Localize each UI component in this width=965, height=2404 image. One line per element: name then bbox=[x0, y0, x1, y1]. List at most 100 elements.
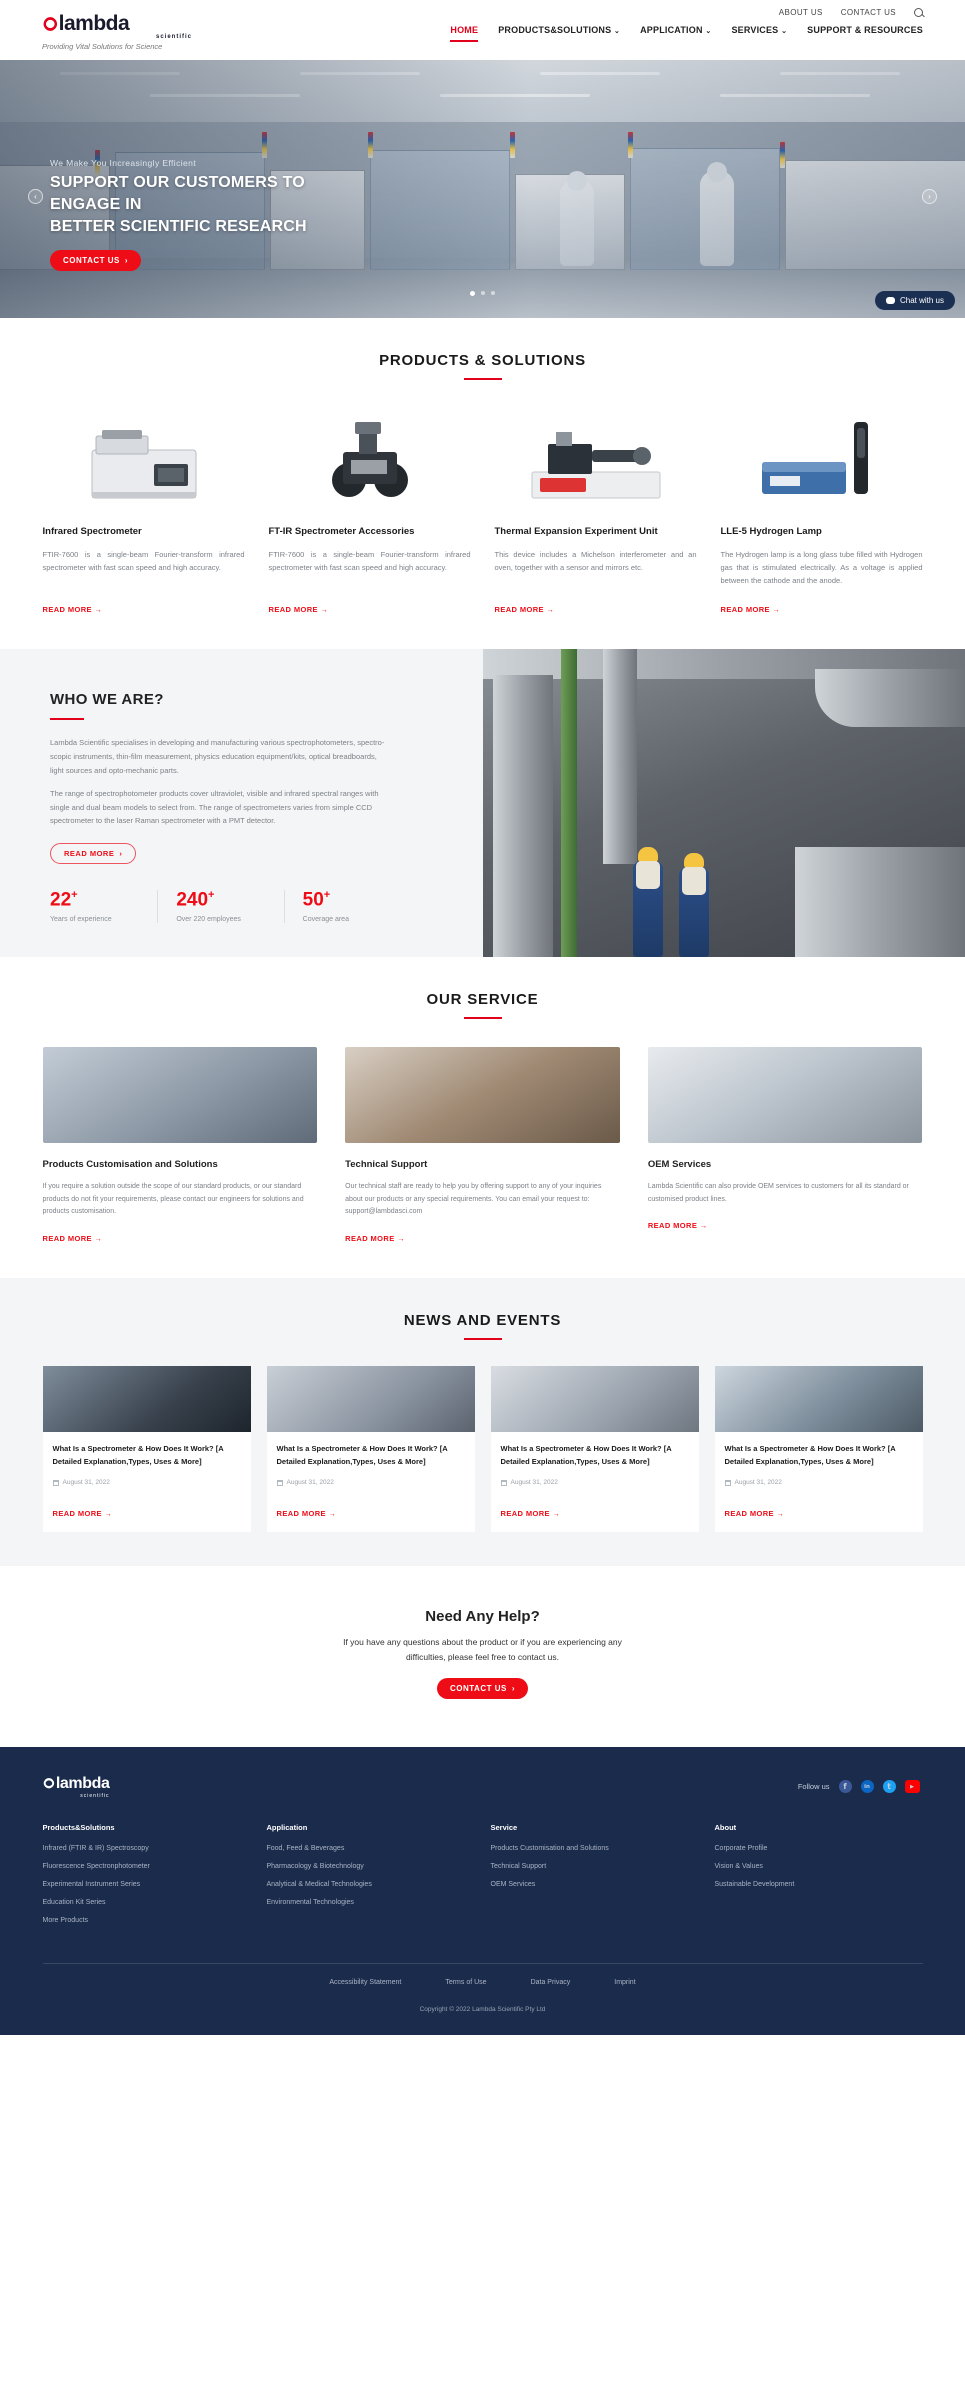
nav-item-home[interactable]: HOME bbox=[450, 25, 479, 42]
nav-item-products-solutions[interactable]: PRODUCTS&SOLUTIONS ⌄ bbox=[498, 25, 620, 42]
footer-link[interactable]: Technical Support bbox=[491, 1863, 699, 1870]
service-card[interactable]: OEM Services Lambda Scientific can also … bbox=[647, 1046, 923, 1245]
hero-dot-1[interactable] bbox=[470, 291, 475, 296]
footer-link[interactable]: Analytical & Medical Technologies bbox=[267, 1881, 475, 1888]
news-read-more-link[interactable]: READ MORE → bbox=[277, 1509, 337, 1518]
service-read-more-link[interactable]: READ MORE → bbox=[345, 1234, 405, 1243]
product-read-more-link[interactable]: READ MORE → bbox=[721, 605, 781, 614]
read-more-label: READ MORE bbox=[276, 1509, 326, 1519]
news-thumbnail bbox=[42, 1366, 251, 1433]
stat-number: 50+ bbox=[303, 890, 410, 910]
news-title: What Is a Spectrometer & How Does It Wor… bbox=[724, 1444, 896, 1466]
arrow-right-icon: → bbox=[397, 1234, 405, 1244]
twitter-icon[interactable]: t bbox=[882, 1780, 896, 1794]
footer-link[interactable]: Infrared (FTIR & IR) Spectroscopy bbox=[43, 1845, 251, 1852]
news-card[interactable]: What Is a Spectrometer & How Does It Wor… bbox=[490, 1366, 699, 1533]
legal-link-terms[interactable]: Terms of Use bbox=[445, 1979, 486, 1986]
hero-title-line-2: BETTER SCIENTIFIC RESEARCH bbox=[50, 218, 307, 236]
help-contact-us-button[interactable]: CONTACT US › bbox=[436, 1677, 529, 1699]
product-read-more-link[interactable]: READ MORE → bbox=[495, 605, 555, 614]
stat-item-coverage: 50+ Coverage area bbox=[283, 890, 410, 923]
footer-link[interactable]: Pharmacology & Biotechnology bbox=[267, 1863, 475, 1870]
footer-link[interactable]: Food, Feed & Beverages bbox=[267, 1845, 475, 1852]
product-card[interactable]: Thermal Expansion Experiment Unit This d… bbox=[495, 408, 697, 615]
product-read-more-link[interactable]: READ MORE → bbox=[43, 605, 103, 614]
hero-contact-us-button[interactable]: CONTACT US › bbox=[50, 250, 142, 272]
service-read-more-link[interactable]: READ MORE → bbox=[43, 1234, 103, 1243]
news-card[interactable]: What Is a Spectrometer & How Does It Wor… bbox=[714, 1366, 923, 1533]
hero-dot-3[interactable] bbox=[491, 291, 495, 295]
product-description: The Hydrogen lamp is a long glass tube f… bbox=[720, 550, 923, 586]
news-title: What Is a Spectrometer & How Does It Wor… bbox=[500, 1444, 672, 1466]
service-card[interactable]: Technical Support Our technical staff ar… bbox=[345, 1046, 620, 1245]
news-card[interactable]: What Is a Spectrometer & How Does It Wor… bbox=[266, 1366, 475, 1533]
product-description: FTIR-7600 is a single-beam Fourier-trans… bbox=[42, 550, 245, 573]
footer-link[interactable]: Experimental Instrument Series bbox=[43, 1881, 251, 1888]
read-more-label: READ MORE bbox=[345, 1234, 395, 1244]
footer-link[interactable]: Fluorescence Spectronphotometer bbox=[43, 1863, 251, 1870]
stat-item-employees: 240+ Over 220 employees bbox=[157, 889, 283, 923]
news-date-label: August 31, 2022 bbox=[62, 1479, 110, 1487]
footer-link[interactable]: Products Customisation and Solutions bbox=[491, 1845, 699, 1852]
legal-link-accessibility[interactable]: Accessibility Statement bbox=[329, 1979, 401, 1986]
news-read-more-link[interactable]: READ MORE → bbox=[501, 1509, 561, 1518]
read-more-label: READ MORE bbox=[500, 1509, 550, 1519]
stat-plus: + bbox=[208, 889, 215, 902]
arrow-right-icon: → bbox=[699, 1221, 708, 1231]
read-more-label: READ MORE bbox=[647, 1221, 698, 1231]
nav-item-support-label: SUPPORT & RESOURCES bbox=[807, 25, 923, 35]
footer-link[interactable]: Corporate Profile bbox=[715, 1845, 923, 1852]
youtube-icon[interactable]: ▶ bbox=[904, 1780, 920, 1794]
social-links: Follow us f in t ▶ bbox=[798, 1780, 923, 1794]
nav-item-services[interactable]: SERVICES ⌄ bbox=[731, 25, 787, 42]
footer-column-products: Products&Solutions Infrared (FTIR & IR) … bbox=[43, 1823, 251, 1935]
news-read-more-link[interactable]: READ MORE → bbox=[53, 1509, 113, 1518]
nav-item-home-label: HOME bbox=[450, 25, 479, 35]
hero-prev-button[interactable]: ‹ bbox=[28, 189, 43, 204]
service-name: OEM Services bbox=[647, 1158, 712, 1170]
footer-link[interactable]: OEM Services bbox=[491, 1881, 699, 1888]
site-header: ABOUT US CONTACT US ഠ lambda scientific … bbox=[0, 0, 965, 60]
search-icon[interactable] bbox=[914, 8, 923, 17]
arrow-right-icon: → bbox=[94, 605, 103, 614]
arrow-right-icon: → bbox=[94, 1234, 103, 1244]
footer-link[interactable]: Vision & Values bbox=[715, 1863, 923, 1870]
chat-widget-button[interactable]: Chat with us bbox=[874, 291, 955, 310]
linkedin-icon[interactable]: in bbox=[860, 1780, 874, 1794]
footer-link[interactable]: More Products bbox=[43, 1917, 251, 1924]
nav-item-support-resources[interactable]: SUPPORT & RESOURCES bbox=[807, 25, 923, 42]
nav-item-application[interactable]: APPLICATION ⌄ bbox=[640, 25, 711, 42]
logo-tagline: Providing Vital Solutions for Science bbox=[42, 42, 163, 51]
footer-link[interactable]: Education Kit Series bbox=[43, 1899, 251, 1906]
product-description: This device includes a Michelson interfe… bbox=[494, 550, 697, 573]
legal-link-imprint[interactable]: Imprint bbox=[614, 1979, 635, 1986]
footer-logo-wordmark: lambda bbox=[55, 1774, 110, 1792]
news-title: What Is a Spectrometer & How Does It Wor… bbox=[52, 1444, 224, 1466]
product-card[interactable]: Infrared Spectrometer FTIR-7600 is a sin… bbox=[43, 408, 245, 615]
news-date-label: August 31, 2022 bbox=[286, 1479, 334, 1487]
need-help-section: Need Any Help? If you have any questions… bbox=[0, 1566, 965, 1747]
service-section-title: OUR SERVICE bbox=[426, 990, 539, 1008]
hero-next-button[interactable]: › bbox=[922, 189, 937, 204]
service-name: Technical Support bbox=[345, 1158, 428, 1170]
section-divider bbox=[463, 1338, 502, 1341]
service-card[interactable]: Products Customisation and Solutions If … bbox=[42, 1046, 318, 1245]
who-read-more-label: READ MORE bbox=[64, 849, 115, 859]
footer-logo[interactable]: ഠ lambda scientific bbox=[43, 1774, 110, 1799]
products-grid: Infrared Spectrometer FTIR-7600 is a sin… bbox=[43, 408, 923, 615]
who-read-more-button[interactable]: READ MORE › bbox=[50, 843, 137, 865]
service-read-more-link[interactable]: READ MORE → bbox=[648, 1221, 708, 1230]
site-logo[interactable]: ഠ lambda scientific Providing Vital Solu… bbox=[42, 13, 192, 52]
news-card[interactable]: What Is a Spectrometer & How Does It Wor… bbox=[42, 1366, 251, 1533]
hero-dot-2[interactable] bbox=[481, 291, 485, 295]
legal-link-privacy[interactable]: Data Privacy bbox=[531, 1979, 571, 1986]
product-card[interactable]: LLE-5 Hydrogen Lamp The Hydrogen lamp is… bbox=[721, 408, 923, 615]
product-read-more-link[interactable]: READ MORE → bbox=[269, 605, 329, 614]
footer-link[interactable]: Environmental Technologies bbox=[267, 1899, 475, 1906]
facebook-icon[interactable]: f bbox=[838, 1780, 852, 1794]
footer-link[interactable]: Sustainable Development bbox=[715, 1881, 923, 1888]
product-card[interactable]: FT-IR Spectrometer Accessories FTIR-7600… bbox=[269, 408, 471, 615]
footer-link-columns: Products&Solutions Infrared (FTIR & IR) … bbox=[43, 1823, 923, 1963]
footer-column-about: About Corporate Profile Vision & Values … bbox=[715, 1823, 923, 1935]
news-read-more-link[interactable]: READ MORE → bbox=[725, 1509, 785, 1518]
